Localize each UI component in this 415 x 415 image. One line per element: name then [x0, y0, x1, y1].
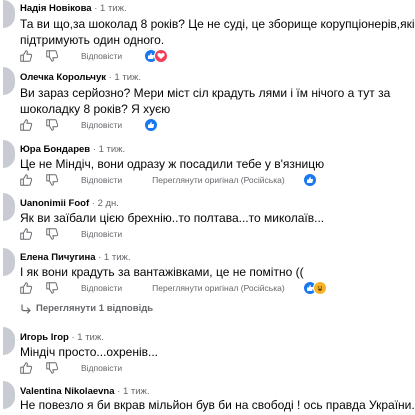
dislike-thumb-icon[interactable] — [45, 227, 59, 241]
like-thumb-icon[interactable] — [19, 227, 33, 241]
reaction-summary[interactable] — [144, 118, 159, 132]
comment-time[interactable]: · 1 тиж. — [109, 72, 141, 83]
dislike-thumb-icon[interactable] — [45, 281, 59, 295]
haha-face-icon — [312, 281, 327, 295]
comment-time[interactable]: · 1 тиж. — [93, 144, 125, 155]
avatar[interactable] — [3, 327, 15, 355]
like-thumb-icon[interactable] — [19, 281, 33, 295]
avatar[interactable] — [3, 248, 15, 276]
dislike-thumb-icon[interactable] — [45, 118, 59, 132]
reply-link[interactable]: Відповісти — [81, 229, 122, 239]
comment-actions: Відповісти — [19, 48, 169, 64]
comment-actions: Відповісти — [19, 226, 122, 242]
like-thumb-icon[interactable] — [19, 49, 33, 63]
avatar[interactable] — [3, 0, 15, 28]
see-original-link[interactable]: Переглянути оригінал (Російська) — [152, 175, 285, 185]
dislike-thumb-icon[interactable] — [45, 361, 59, 375]
comment-actions: Відповісти Переглянути оригінал (Російсь… — [19, 280, 327, 296]
comment-meta: Надія Новікова · 1 тиж. — [20, 3, 127, 15]
like-thumb-icon[interactable] — [19, 118, 33, 132]
comment-author[interactable]: Надія Новікова — [20, 3, 92, 14]
heart-icon — [154, 49, 169, 63]
comment-author[interactable]: Елена Пичугина — [20, 252, 95, 263]
like-thumb-icon[interactable] — [19, 173, 33, 187]
see-original-link[interactable]: Переглянути оригінал (Російська) — [152, 283, 285, 293]
dislike-thumb-icon[interactable] — [45, 173, 59, 187]
comment-author[interactable]: Юра Бондарев — [20, 144, 90, 155]
comment-text: Не повезло я би вкрав мільйон був би на … — [20, 398, 415, 412]
comment-time[interactable]: · 1 тиж. — [94, 3, 126, 14]
avatar[interactable] — [3, 140, 15, 168]
comment-text: Як ви заїбали цією брехнію..то полтава..… — [20, 211, 325, 225]
comment-actions: Відповісти — [19, 117, 159, 133]
comment-text: Та ви що,за шоколад 8 років? Це не суді,… — [20, 17, 415, 47]
comment-actions: Відповісти Переглянути оригінал (Російсь… — [19, 172, 317, 188]
comment-text: Міндіч просто...охренів... — [20, 345, 158, 359]
comment-text: Це не Міндіч, вони одразу ж посадили теб… — [20, 157, 325, 171]
reaction-summary[interactable] — [302, 281, 327, 295]
comment-meta: Игорь Ігор · 1 тиж. — [20, 332, 104, 344]
reaction-summary[interactable] — [144, 49, 169, 63]
reaction-summary[interactable] — [302, 173, 317, 187]
reply-link[interactable]: Відповісти — [81, 120, 122, 130]
like-thumb-icon[interactable] — [19, 361, 33, 375]
avatar[interactable] — [3, 381, 15, 409]
comment-author[interactable]: Uanonimii Foof — [20, 198, 89, 209]
avatar[interactable] — [3, 193, 15, 221]
comment-text: І як вони крадуть за вантажівками, це не… — [20, 265, 304, 279]
reply-link[interactable]: Відповісти — [81, 175, 122, 185]
comment-actions: Відповісти — [19, 360, 122, 376]
comment-meta: Олечка Корольчук · 1 тиж. — [20, 72, 141, 84]
avatar[interactable] — [3, 67, 15, 95]
comment-author[interactable]: Игорь Ігор — [20, 332, 69, 343]
reply-link[interactable]: Відповісти — [81, 283, 122, 293]
comment-meta: Юра Бондарев · 1 тиж. — [20, 144, 125, 156]
comment-time[interactable]: · 1 тиж. — [117, 386, 149, 397]
like-reaction-icon — [144, 118, 159, 132]
chevron-return-icon — [21, 303, 31, 314]
comment-time[interactable]: · 1 тиж. — [71, 332, 103, 343]
view-replies-label: Переглянути 1 відповідь — [36, 303, 154, 314]
comment-author[interactable]: Valentina Nikolaevna — [20, 386, 115, 397]
comment-author[interactable]: Олечка Корольчук — [20, 72, 106, 83]
comment-meta: Uanonimii Foof · 2 дн. — [20, 198, 119, 210]
comment-time[interactable]: · 1 тиж. — [98, 252, 130, 263]
like-reaction-icon — [302, 173, 317, 187]
view-replies-link[interactable]: Переглянути 1 відповідь — [20, 303, 153, 314]
comment-text: Ви зараз серйозно? Мери міст сіл крадуть… — [20, 86, 391, 116]
dislike-thumb-icon[interactable] — [45, 49, 59, 63]
comment-meta: Елена Пичугина · 1 тиж. — [20, 252, 131, 264]
reply-link[interactable]: Відповісти — [81, 51, 122, 61]
comment-time[interactable]: · 2 дн. — [92, 198, 119, 209]
reply-link[interactable]: Відповісти — [81, 363, 122, 373]
